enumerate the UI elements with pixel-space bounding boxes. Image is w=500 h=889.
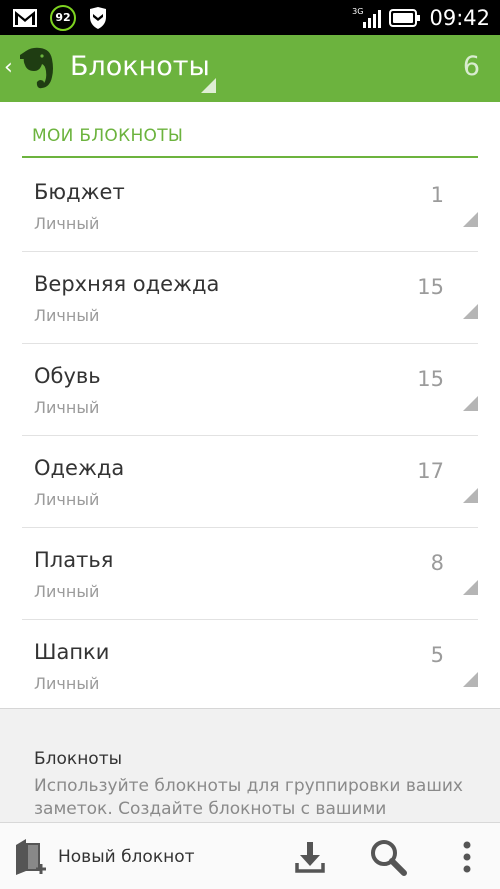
network-type: 3G: [352, 7, 364, 16]
corner-triangle-icon[interactable]: [463, 672, 478, 687]
title-dropdown-indicator: [201, 78, 216, 93]
bottom-toolbar: Новый блокнот: [0, 822, 500, 889]
corner-triangle-icon[interactable]: [463, 212, 478, 227]
notebook-title: Бюджет: [34, 180, 125, 204]
list-item[interactable]: Одежда Личный 17: [22, 436, 478, 528]
list-item[interactable]: Платья Личный 8: [22, 528, 478, 620]
corner-triangle-icon[interactable]: [463, 488, 478, 503]
status-time: 09:42: [429, 5, 490, 30]
notebook-subtitle: Личный: [34, 490, 100, 509]
new-notebook-button[interactable]: Новый блокнот: [12, 837, 195, 877]
notebook-note-count: 8: [430, 551, 444, 575]
notebook-subtitle: Личный: [34, 214, 100, 233]
status-bar-notifications: 92: [12, 4, 108, 31]
download-icon[interactable]: [292, 839, 328, 875]
notebook-subtitle: Личный: [34, 582, 100, 601]
new-notebook-label: Новый блокнот: [58, 847, 195, 867]
notebook-list: Бюджет Личный 1 Верхняя одежда Личный 15…: [22, 160, 478, 712]
signal-icon: [363, 9, 382, 28]
notebook-title: Верхняя одежда: [34, 272, 220, 296]
info-body: Используйте блокноты для группировки ваш…: [34, 776, 463, 819]
page-title[interactable]: Блокноты: [70, 51, 210, 82]
info-title: Блокноты: [34, 749, 123, 769]
list-item[interactable]: Бюджет Личный 1: [22, 160, 478, 252]
corner-triangle-icon[interactable]: [463, 304, 478, 319]
notebook-note-count: 15: [417, 275, 444, 299]
notebook-note-count: 1: [430, 183, 444, 207]
section-header-label: МОИ БЛОКНОТЫ: [32, 126, 184, 146]
chevron-left-icon[interactable]: ‹: [4, 57, 13, 79]
status-bar: 92 3G 09:42: [0, 0, 500, 35]
mail-icon: [13, 8, 37, 27]
info-panel: Блокноты Используйте блокноты для группи…: [0, 708, 500, 822]
battery-icon: [389, 8, 421, 27]
shield-icon: [90, 6, 106, 29]
notebook-title: Обувь: [34, 364, 101, 388]
notebook-note-count: 15: [417, 367, 444, 391]
action-bar: ‹ Блокноты 6: [0, 35, 500, 102]
notebook-title: Платья: [34, 548, 114, 572]
evernote-elephant-icon[interactable]: [18, 45, 58, 91]
section-header: МОИ БЛОКНОТЫ: [22, 112, 478, 158]
notebook-title: Шапки: [34, 640, 110, 664]
search-icon[interactable]: [368, 837, 408, 877]
notebook-subtitle: Личный: [34, 306, 100, 325]
notebook-note-count: 5: [430, 643, 444, 667]
notebook-title: Одежда: [34, 456, 125, 480]
battery-percent-icon: 92: [50, 4, 76, 31]
new-notebook-icon: [16, 839, 46, 875]
list-item[interactable]: Обувь Личный 15: [22, 344, 478, 436]
notebook-count: 6: [462, 51, 480, 82]
overflow-menu-icon[interactable]: [455, 837, 479, 877]
battery-percent-text: 92: [55, 11, 71, 24]
notebook-note-count: 17: [417, 459, 444, 483]
corner-triangle-icon[interactable]: [463, 580, 478, 595]
notebook-subtitle: Личный: [34, 674, 100, 693]
corner-triangle-icon[interactable]: [463, 396, 478, 411]
notebook-subtitle: Личный: [34, 398, 100, 417]
list-item[interactable]: Шапки Личный 5: [22, 620, 478, 712]
status-bar-system: 3G 09:42: [352, 5, 490, 30]
list-item[interactable]: Верхняя одежда Личный 15: [22, 252, 478, 344]
